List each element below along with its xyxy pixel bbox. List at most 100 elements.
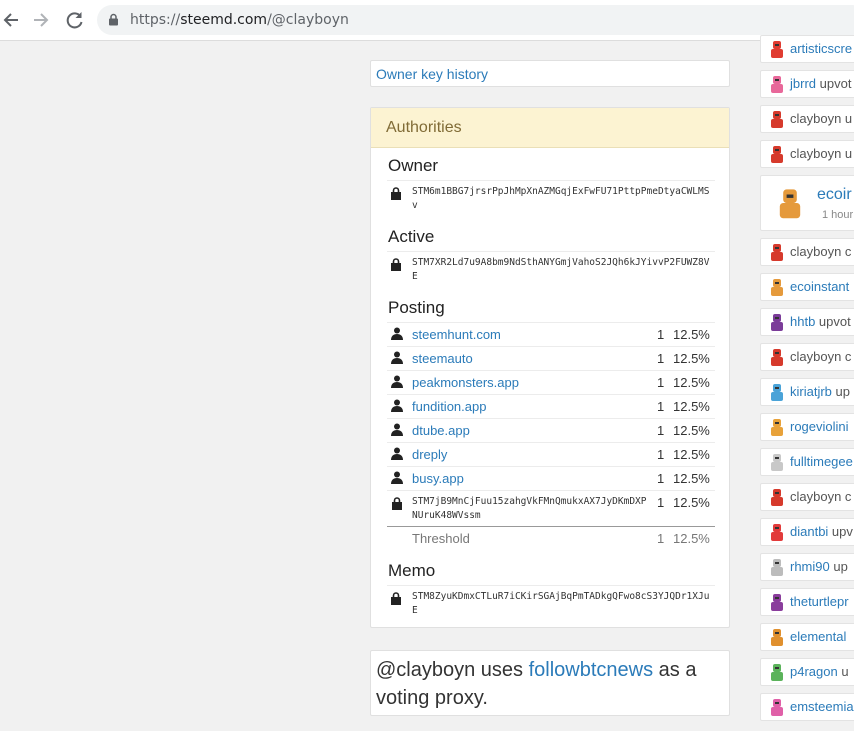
feed-text: clayboyn c: [790, 244, 851, 259]
feed-timestamp: 1 hour: [822, 209, 854, 221]
feed-user-link[interactable]: fulltimegee: [790, 454, 853, 469]
account-percent: 12.5%: [673, 423, 710, 438]
forward-arrow-icon[interactable]: [28, 7, 54, 33]
lock-icon: [392, 497, 402, 510]
account-percent: 12.5%: [673, 327, 710, 342]
feed-text: clayboyn u: [790, 111, 852, 126]
authorities-panel: Authorities Owner STM6m1BBG7jrsrPpJhMpXn…: [370, 107, 730, 628]
robot-avatar-icon: [771, 524, 783, 541]
feed-item[interactable]: p4ragon u: [760, 658, 854, 686]
feed-user-link[interactable]: rhmi90: [790, 559, 830, 574]
authorities-title: Authorities: [371, 108, 729, 148]
threshold-label: Threshold: [412, 531, 470, 546]
posting-account-row: dreply 1 12.5%: [387, 442, 715, 467]
feed-user-link[interactable]: artisticscre: [790, 41, 852, 56]
feed-item[interactable]: theturtlepr: [760, 588, 854, 616]
feed-user-link[interactable]: jbrrd: [790, 76, 816, 91]
feed-item[interactable]: emsteemia: [760, 693, 854, 721]
robot-avatar-icon: [771, 279, 783, 296]
feed-item[interactable]: artisticscre: [760, 35, 854, 63]
user-icon: [391, 471, 403, 484]
posting-key: STM7jB9MnCjFuu15zahgVkFMnQmukxAX7JyDKmDX…: [412, 496, 647, 521]
robot-avatar-icon: [771, 489, 783, 506]
feed-text: rogeviolini: [790, 419, 849, 434]
posting-account-link[interactable]: fundition.app: [412, 399, 486, 414]
posting-account-link[interactable]: dtube.app: [412, 423, 470, 438]
feed-action: clayboyn u: [790, 111, 853, 126]
threshold-percent: 12.5%: [673, 531, 710, 546]
feed-text: artisticscre: [790, 41, 852, 56]
lock-icon: [109, 13, 118, 26]
posting-key-row: STM7jB9MnCjFuu15zahgVkFMnQmukxAX7JyDKmDX…: [387, 490, 715, 527]
owner-key-history-box: Owner key history: [370, 60, 730, 87]
robot-avatar-icon: [771, 699, 783, 716]
feed-action: clayboyn c: [790, 489, 852, 504]
posting-account-link[interactable]: dreply: [412, 447, 447, 462]
feed-item[interactable]: kiriatjrb up: [760, 378, 854, 406]
feed-text: kiriatjrb up: [790, 384, 850, 399]
owner-key-history-link[interactable]: Owner key history: [376, 66, 488, 82]
posting-account-row: fundition.app 1 12.5%: [387, 394, 715, 419]
feed-user-link[interactable]: emsteemia: [790, 699, 854, 714]
posting-account-link[interactable]: steemauto: [412, 351, 473, 366]
account-weight: 1: [657, 423, 665, 438]
posting-account-link[interactable]: busy.app: [412, 471, 464, 486]
user-icon: [391, 399, 403, 412]
browser-toolbar: https://steemd.com/@clayboyn: [0, 0, 854, 41]
feed-item[interactable]: ecoir 1 hour: [760, 175, 854, 231]
lock-icon: [391, 187, 401, 200]
posting-account-link[interactable]: peakmonsters.app: [412, 375, 519, 390]
lock-icon: [391, 592, 401, 605]
feed-item[interactable]: clayboyn c: [760, 238, 854, 266]
feed-item[interactable]: ecoinstant: [760, 273, 854, 301]
feed-action: clayboyn u: [790, 146, 853, 161]
feed-action: up: [831, 384, 850, 399]
feed-text: theturtlepr: [790, 594, 849, 609]
feed-item[interactable]: clayboyn c: [760, 483, 854, 511]
posting-account-row: busy.app 1 12.5%: [387, 466, 715, 491]
robot-avatar-icon: [771, 314, 783, 331]
lock-icon: [391, 258, 401, 271]
feed-item[interactable]: fulltimegee: [760, 448, 854, 476]
feed-user-link[interactable]: ecoir: [817, 186, 852, 203]
feed-user-link[interactable]: theturtlepr: [790, 594, 849, 609]
address-bar[interactable]: https://steemd.com/@clayboyn: [97, 5, 854, 35]
active-title: Active: [388, 227, 435, 246]
posting-account-row: dtube.app 1 12.5%: [387, 418, 715, 443]
account-weight: 1: [657, 327, 665, 342]
feed-item[interactable]: jbrrd upvot: [760, 70, 854, 98]
feed-text: clayboyn u: [790, 146, 852, 161]
posting-account-link[interactable]: steemhunt.com: [412, 327, 501, 342]
feed-user-link[interactable]: kiriatjrb: [790, 384, 832, 399]
feed-item[interactable]: diantbi upv: [760, 518, 854, 546]
account-weight: 1: [657, 399, 665, 414]
back-arrow-icon[interactable]: [0, 7, 26, 33]
feed-item[interactable]: clayboyn c: [760, 343, 854, 371]
feed-user-link[interactable]: ecoinstant: [790, 279, 849, 294]
proxy-account-link[interactable]: followbtcnews: [529, 659, 654, 681]
feed-action: upv: [828, 524, 853, 539]
feed-user-link[interactable]: rogeviolini: [790, 419, 849, 434]
feed-user-link[interactable]: elemental: [790, 629, 846, 644]
voting-proxy-box: @clayboyn uses followbtcnews as a voting…: [370, 650, 730, 716]
robot-avatar-icon: [771, 41, 783, 58]
robot-avatar-icon: [771, 76, 783, 93]
feed-item[interactable]: elemental: [760, 623, 854, 651]
robot-avatar-icon: [771, 594, 783, 611]
feed-text: clayboyn c: [790, 489, 851, 504]
url-host: steemd.com: [180, 12, 268, 28]
reload-icon[interactable]: [62, 7, 88, 33]
robot-avatar-icon: [771, 419, 783, 436]
feed-item[interactable]: hhtb upvot: [760, 308, 854, 336]
key-percent: 12.5%: [673, 495, 710, 510]
feed-user-link[interactable]: diantbi: [790, 524, 828, 539]
feed-item[interactable]: clayboyn u: [760, 140, 854, 168]
feed-user-link[interactable]: p4ragon: [790, 664, 838, 679]
robot-avatar-icon: [771, 384, 783, 401]
memo-key: STM8ZyuKDmxCTLuR7iCKirSGAjBqPmTADkgQFwo8…: [412, 591, 710, 616]
account-percent: 12.5%: [673, 447, 710, 462]
feed-user-link[interactable]: hhtb: [790, 314, 815, 329]
feed-item[interactable]: clayboyn u: [760, 105, 854, 133]
feed-item[interactable]: rhmi90 up: [760, 553, 854, 581]
feed-item[interactable]: rogeviolini: [760, 413, 854, 441]
